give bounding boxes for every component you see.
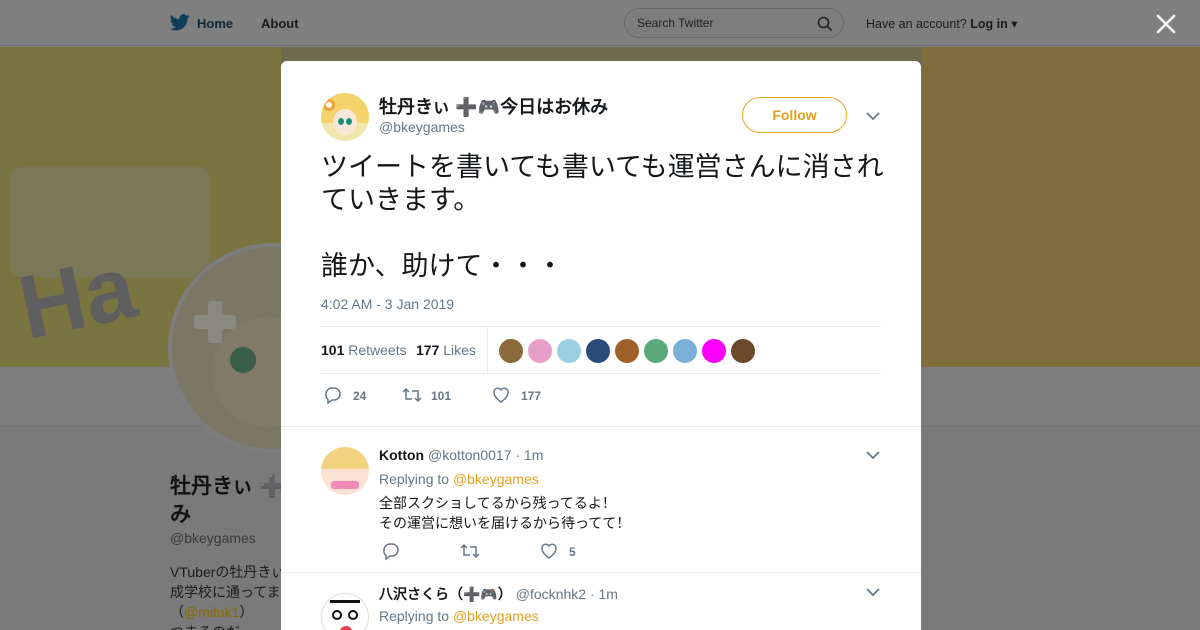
reply-actions: 5 — [379, 541, 779, 561]
bio-line: （@mituk1） — [170, 602, 285, 622]
reply-icon — [383, 543, 399, 561]
avatar-hair — [330, 600, 360, 610]
reply-time[interactable]: · 1m — [515, 447, 543, 463]
retweets-stat[interactable]: 101 Retweets — [321, 342, 407, 358]
replying-to: Replying to @bkeygames — [379, 471, 539, 487]
avatar-face — [333, 109, 357, 135]
likes-stat[interactable]: 177 Likes — [416, 342, 476, 358]
retweets-count: 101 — [321, 342, 345, 358]
avatar-eye — [348, 610, 358, 620]
tweet-stats: 101 Retweets 177 Likes — [321, 326, 881, 375]
author-name[interactable]: 牡丹きぃ ➕🎮今日はお休み — [379, 93, 608, 119]
reply-author-avatar[interactable] — [321, 447, 369, 495]
tweet-actions: 24 101 177 — [321, 385, 881, 405]
reply-author-handle: @focknhk2 — [515, 586, 587, 602]
bio-paren: ） — [239, 604, 254, 620]
bio-line: VTuberの牡丹きぃ — [170, 564, 285, 580]
banner-lettering-art: Ha — [10, 237, 145, 359]
liker-avatar[interactable] — [615, 339, 639, 363]
liker-avatar[interactable] — [499, 339, 523, 363]
liker-avatar[interactable] — [644, 339, 668, 363]
tweet-text: ツイートを書いても書いても運営さんに消されていきます。 誰か、助けて・・・ — [321, 152, 884, 281]
follow-button[interactable]: Follow — [742, 97, 847, 133]
account-prompt: Have an account? — [866, 17, 967, 31]
twitter-bird-icon[interactable] — [170, 14, 190, 31]
replying-to-label: Replying to — [379, 608, 450, 624]
reply-author-handle: @kotton0017 — [427, 447, 512, 463]
likes-count: 177 — [416, 342, 440, 358]
reply-author[interactable]: 八沢さくら（➕🎮） @focknhk2 · 1m — [379, 584, 618, 604]
profile-handle: @bkeygames — [170, 530, 256, 546]
bio-line: 成学校に通ってま — [170, 584, 281, 600]
reply-count: 24 — [353, 389, 367, 403]
liker-avatar[interactable] — [557, 339, 581, 363]
banner-right-art — [921, 47, 1200, 367]
author-handle[interactable]: @bkeygames — [379, 119, 465, 135]
search-placeholder: Search Twitter — [637, 16, 714, 30]
heart-icon — [541, 543, 557, 559]
profile-name: 牡丹きぃ ➕ み — [170, 475, 286, 526]
avatar-hair — [321, 447, 369, 469]
tweet-modal: 牡丹きぃ ➕🎮今日はお休み @bkeygames Follow ツイートを書いて… — [281, 61, 921, 630]
close-icon[interactable] — [1152, 10, 1180, 38]
avatar-flower — [323, 99, 335, 111]
avatar-label — [331, 481, 359, 489]
liker-avatar[interactable] — [528, 339, 552, 363]
tweet-timestamp[interactable]: 4:02 AM - 3 Jan 2019 — [321, 296, 454, 312]
reply-tweet[interactable]: 八沢さくら（➕🎮） @focknhk2 · 1m Replying to @bk… — [281, 572, 921, 630]
chevron-down-icon[interactable] — [866, 111, 880, 121]
heart-icon — [493, 387, 509, 403]
liker-avatar[interactable] — [702, 339, 726, 363]
search-icon[interactable] — [817, 16, 833, 32]
author-avatar[interactable] — [321, 93, 369, 141]
reply-author-name: 八沢さくら（➕🎮） — [379, 586, 512, 602]
avatar-eye — [338, 118, 344, 125]
replying-to-label: Replying to — [379, 471, 450, 487]
replying-to-mention[interactable]: @bkeygames — [453, 471, 539, 487]
replying-to-mention[interactable]: @bkeygames — [453, 608, 539, 624]
search-input[interactable]: Search Twitter — [624, 8, 844, 38]
reply-time[interactable]: · 1m — [590, 586, 618, 602]
retweets-label: Retweets — [348, 342, 407, 358]
nav-about-link[interactable]: About — [261, 16, 299, 31]
bio-mention-link[interactable]: @mituk1 — [184, 604, 239, 620]
nav-home-link[interactable]: Home — [197, 16, 233, 31]
reply-author-avatar[interactable] — [321, 593, 369, 630]
account-login[interactable]: Have an account? Log in ▾ — [866, 16, 1018, 31]
top-navigation-bar: Home About Search Twitter Have an accoun… — [0, 0, 1200, 46]
like-count: 5 — [569, 545, 576, 559]
bio-line: つまるのだ — [170, 622, 285, 630]
chevron-down-icon[interactable] — [866, 450, 880, 460]
liker-avatar[interactable] — [731, 339, 755, 363]
chevron-down-icon: ▾ — [1011, 17, 1018, 31]
liker-avatar[interactable] — [586, 339, 610, 363]
retweet-count: 101 — [431, 389, 452, 403]
bio-paren: （ — [170, 604, 184, 620]
reply-text: 全部スクショしてるから残ってるよ！ その運営に想いを届けるから待ってて！ — [379, 495, 631, 531]
avatar-eye — [230, 347, 256, 373]
liker-avatar[interactable] — [673, 339, 697, 363]
chevron-down-icon[interactable] — [866, 587, 880, 597]
login-link[interactable]: Log in — [970, 17, 1008, 31]
retweet-icon — [402, 387, 422, 403]
stats-divider — [487, 327, 488, 375]
like-count: 177 — [521, 389, 542, 403]
reply-author[interactable]: Kotton @kotton0017 · 1m — [379, 447, 543, 463]
reply-author-name: Kotton — [379, 447, 425, 463]
profile-bio: VTuberの牡丹きぃ 成学校に通ってま （@mituk1） つまるのだ — [170, 562, 285, 630]
gamepad-icon — [194, 301, 236, 343]
reply-tweet[interactable]: Kotton @kotton0017 · 1m Replying to @bke… — [281, 426, 921, 573]
likes-label: Likes — [443, 342, 476, 358]
avatar-eye — [346, 118, 352, 125]
avatar-mouth — [340, 626, 352, 630]
replying-to: Replying to @bkeygames — [379, 608, 539, 624]
reply-icon — [325, 387, 341, 405]
avatar-eye — [332, 610, 342, 620]
retweet-icon — [460, 543, 480, 559]
